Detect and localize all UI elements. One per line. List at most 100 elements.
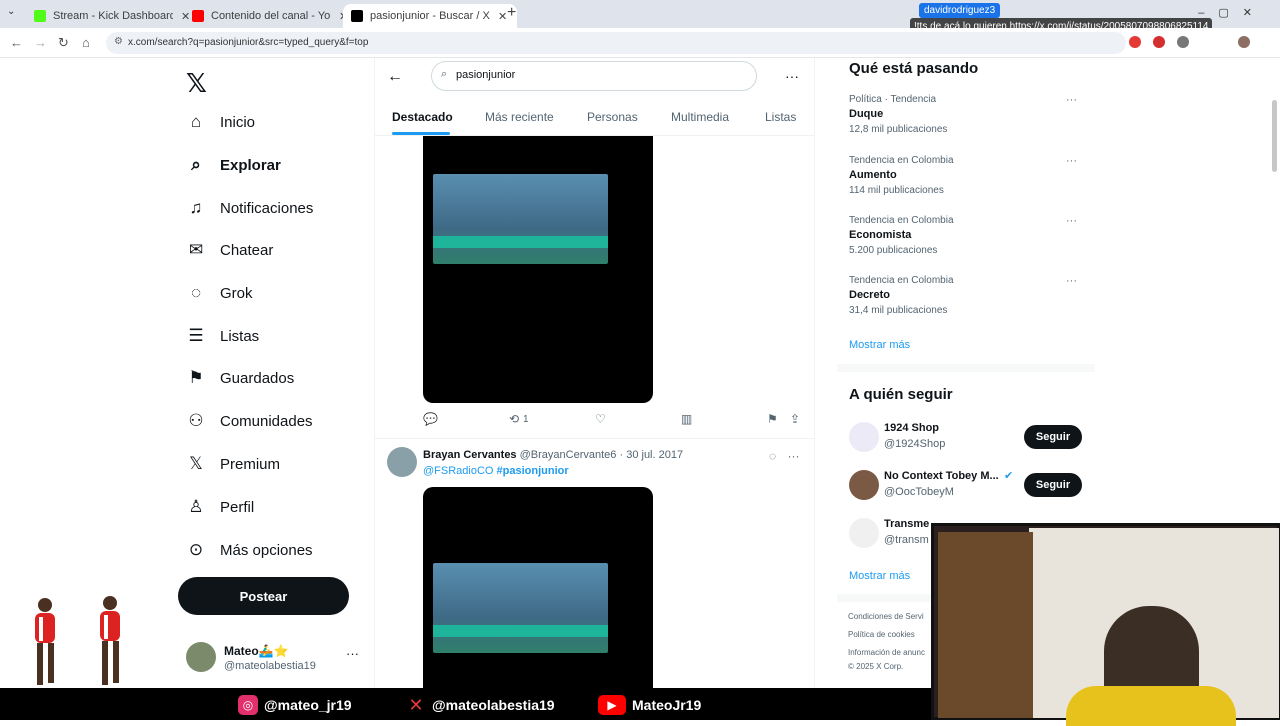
- tab-listas[interactable]: Listas: [765, 110, 796, 124]
- tweet-date[interactable]: 30 jul. 2017: [626, 449, 683, 461]
- browser-tab-x[interactable]: pasionjunior - Buscar / X ✕: [343, 4, 518, 28]
- footer-ads-link[interactable]: Información de anunc: [848, 648, 925, 657]
- tab-mas-reciente[interactable]: Más reciente: [485, 110, 554, 124]
- follow-name: Transme: [884, 518, 930, 530]
- tweet-author-name[interactable]: Brayan Cervantes: [423, 449, 517, 461]
- follow-handle: @transm: [884, 534, 929, 546]
- follow-suggestion[interactable]: 1924 Shop @1924Shop Seguir: [849, 420, 1085, 460]
- trend-posts: 114 mil publicaciones: [849, 185, 944, 196]
- tweet-icons: ◌ ···: [769, 449, 799, 463]
- puzzle-extensions-icon[interactable]: [1177, 36, 1189, 48]
- tweet-separator: ·: [619, 449, 624, 461]
- home-icon[interactable]: ⌂: [82, 35, 90, 50]
- trends-show-more-link[interactable]: Mostrar más: [849, 339, 910, 351]
- tweet-media-video[interactable]: [423, 487, 653, 690]
- like-icon[interactable]: ♡: [595, 412, 606, 426]
- follow-suggestion[interactable]: No Context Tobey M... ✔ @OocTobeyM Segui…: [849, 468, 1085, 508]
- opera-extension-icon[interactable]: [1153, 36, 1165, 48]
- search-icon: ⌕: [191, 155, 201, 174]
- chat-username: davidrodriguez3: [919, 3, 1001, 18]
- tab-list-chevron-icon[interactable]: ⌄: [7, 6, 15, 17]
- back-arrow-icon[interactable]: ←: [387, 68, 403, 86]
- follow-show-more-link[interactable]: Mostrar más: [849, 570, 910, 582]
- post-button[interactable]: Postear: [178, 577, 349, 615]
- trend-more-icon[interactable]: ···: [1066, 94, 1077, 106]
- new-tab-icon[interactable]: +: [507, 4, 516, 22]
- hashtag-link[interactable]: #pasionjunior: [497, 465, 569, 477]
- follow-button[interactable]: Seguir: [1024, 473, 1082, 497]
- nav-item-listas[interactable]: ☰ Listas: [186, 316, 259, 356]
- account-switcher[interactable]: Mateo🚣‍♂️⭐ @mateolabestia19 ···: [186, 640, 366, 680]
- search-results-column: ← ⌕ pasionjunior ··· Destacado Más recie…: [374, 58, 815, 690]
- browser-tab-youtube[interactable]: Contenido del canal - YouTube ✕: [184, 4, 358, 28]
- avatar: [849, 422, 879, 452]
- tweet-author-handle[interactable]: @BrayanCervante6: [520, 449, 617, 461]
- nav-item-guardados[interactable]: ⚑ Guardados: [186, 358, 294, 398]
- url-field[interactable]: ⚙ x.com/search?q=pasionjunior&src=typed_…: [106, 32, 1126, 54]
- footer-cookies-link[interactable]: Política de cookies: [848, 630, 915, 639]
- tab-destacado[interactable]: Destacado: [392, 110, 453, 124]
- search-more-icon[interactable]: ···: [785, 68, 799, 84]
- extension-icon[interactable]: [1129, 36, 1141, 48]
- tab-title: pasionjunior - Buscar / X: [370, 10, 490, 22]
- footer-terms-link[interactable]: Condiciones de Servi: [848, 612, 924, 621]
- nav-item-perfil[interactable]: ♙ Perfil: [186, 487, 254, 527]
- nav-item-mas-opciones[interactable]: ⊙ Más opciones: [186, 530, 313, 570]
- nav-label: Listas: [220, 327, 260, 345]
- trend-item[interactable]: Tendencia en Colombia Decreto 31,4 mil p…: [849, 275, 1085, 316]
- tab-close-icon[interactable]: ✕: [498, 10, 507, 23]
- avatar: [849, 470, 879, 500]
- browser-profile-avatar[interactable]: [1238, 36, 1250, 48]
- avatar[interactable]: [387, 447, 417, 477]
- trend-more-icon[interactable]: ···: [1066, 275, 1077, 287]
- grok-icon[interactable]: ◌: [769, 449, 776, 463]
- x-logo-icon[interactable]: 𝕏: [186, 68, 207, 99]
- nav-label: Notificaciones: [220, 199, 314, 217]
- nav-item-chatear[interactable]: ✉ Chatear: [186, 230, 274, 270]
- tab-multimedia[interactable]: Multimedia: [671, 110, 729, 124]
- tab-personas[interactable]: Personas: [587, 110, 638, 124]
- x-favicon-icon: [351, 10, 363, 22]
- mention-link[interactable]: @FSRadioCO: [423, 465, 493, 477]
- nav-item-inicio[interactable]: ⌂ Inicio: [186, 102, 255, 142]
- views-icon[interactable]: ▥: [681, 412, 692, 426]
- retweet-icon[interactable]: ⟲: [509, 412, 519, 426]
- page-scrollbar[interactable]: [1272, 100, 1277, 172]
- nav-item-explorar[interactable]: ⌕ Explorar: [186, 145, 281, 185]
- youtube-icon: ▶: [598, 695, 626, 715]
- nav-label: Comunidades: [220, 412, 313, 430]
- forward-arrow-icon[interactable]: →: [34, 35, 47, 50]
- tweet[interactable]: Brayan Cervantes @BrayanCervante6 · 30 j…: [375, 438, 814, 690]
- trend-posts: 12,8 mil publicaciones: [849, 124, 948, 135]
- browser-tab-kick[interactable]: Stream - Kick Dashboard ✕: [26, 4, 200, 28]
- trend-item[interactable]: Tendencia en Colombia Economista 5.200 p…: [849, 215, 1085, 256]
- search-input[interactable]: ⌕ pasionjunior: [431, 61, 757, 91]
- tweet-actions: 💬 ⟲ 1 ♡ ▥ ⚑ ⇪: [423, 412, 803, 428]
- search-tabs: Destacado Más reciente Personas Multimed…: [375, 100, 814, 136]
- verified-badge-icon: ✔: [1004, 470, 1014, 482]
- account-more-icon[interactable]: ···: [346, 646, 359, 661]
- nav-item-premium[interactable]: 𝕏 Premium: [186, 444, 280, 484]
- reload-icon[interactable]: ↻: [58, 35, 69, 51]
- trend-topic: Duque: [849, 108, 884, 120]
- trend-more-icon[interactable]: ···: [1066, 155, 1077, 167]
- back-arrow-icon[interactable]: ←: [10, 35, 23, 50]
- profile-name: Mateo🚣‍♂️⭐: [224, 644, 289, 658]
- tweet-more-icon[interactable]: ···: [787, 449, 799, 463]
- bookmark-icon[interactable]: ⚑: [767, 412, 778, 426]
- follow-button[interactable]: Seguir: [1024, 425, 1082, 449]
- trend-item[interactable]: Política · Tendencia Duque 12,8 mil publ…: [849, 94, 1085, 135]
- active-tab-indicator: [392, 132, 450, 135]
- share-icon[interactable]: ⇪: [790, 412, 800, 426]
- nav-item-grok[interactable]: ◌ Grok: [186, 273, 253, 313]
- trending-header: Qué está pasando: [849, 60, 979, 77]
- instagram-handle: ◎ @mateo_jr19: [238, 695, 352, 715]
- trend-item[interactable]: Tendencia en Colombia Aumento 114 mil pu…: [849, 155, 1085, 196]
- trend-more-icon[interactable]: ···: [1066, 215, 1077, 227]
- nav-item-comunidades[interactable]: ⚇ Comunidades: [186, 401, 313, 441]
- avatar: [849, 518, 879, 548]
- nav-item-notificaciones[interactable]: ♫ Notificaciones: [186, 188, 314, 228]
- site-info-icon[interactable]: ⚙: [114, 36, 123, 47]
- tweet-media-video[interactable]: [423, 136, 653, 403]
- reply-icon[interactable]: 💬: [423, 412, 438, 426]
